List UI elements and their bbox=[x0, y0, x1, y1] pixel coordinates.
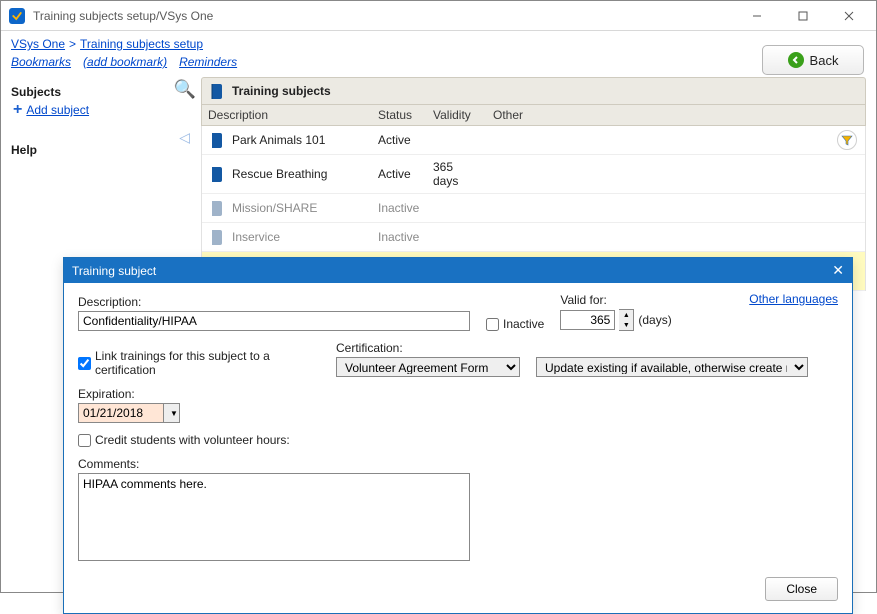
row-desc: Mission/SHARE bbox=[232, 201, 317, 215]
reminders-link[interactable]: Reminders bbox=[179, 55, 237, 69]
book-icon bbox=[208, 131, 226, 149]
breadcrumb-sep: > bbox=[69, 37, 76, 51]
plus-icon: + bbox=[13, 103, 22, 117]
window-title: Training subjects setup/VSys One bbox=[33, 9, 734, 23]
row-status: Inactive bbox=[372, 227, 427, 247]
table-row[interactable]: Rescue Breathing Active365 days bbox=[202, 155, 865, 194]
dialog-close-icon[interactable]: ✕ bbox=[832, 262, 844, 279]
col-validity[interactable]: Validity bbox=[427, 105, 487, 125]
valid-for-input[interactable] bbox=[560, 310, 615, 330]
col-description[interactable]: Description bbox=[202, 105, 372, 125]
description-input[interactable] bbox=[78, 311, 470, 331]
expiration-label: Expiration: bbox=[78, 387, 180, 401]
breadcrumb: VSys One > Training subjects setup bbox=[1, 31, 876, 55]
row-status: Active bbox=[372, 130, 427, 150]
bookmarks-link[interactable]: Bookmarks bbox=[11, 55, 71, 69]
book-icon bbox=[208, 199, 226, 217]
description-label: Description: bbox=[78, 295, 470, 309]
expiration-dropdown[interactable]: ▼ bbox=[164, 403, 180, 423]
link-cert-checkbox[interactable]: Link trainings for this subject to a cer… bbox=[78, 349, 320, 377]
link-cert-label: Link trainings for this subject to a cer… bbox=[95, 349, 320, 377]
valid-for-down[interactable]: ▼ bbox=[619, 320, 633, 330]
col-status[interactable]: Status bbox=[372, 105, 427, 125]
app-icon bbox=[9, 8, 25, 24]
row-validity bbox=[427, 137, 487, 143]
row-other bbox=[487, 234, 865, 240]
row-desc: Inservice bbox=[232, 230, 280, 244]
window-close-button[interactable] bbox=[826, 1, 872, 31]
add-subject-label: Add subject bbox=[26, 103, 89, 117]
link-bar: Bookmarks (add bookmark) Reminders bbox=[1, 55, 876, 77]
credit-hours-checkbox-input[interactable] bbox=[78, 434, 91, 447]
col-other[interactable]: Other bbox=[487, 105, 865, 125]
add-bookmark-link[interactable]: (add bookmark) bbox=[83, 55, 167, 69]
inactive-label: Inactive bbox=[503, 317, 544, 331]
window-maximize-button[interactable] bbox=[780, 1, 826, 31]
filter-icon[interactable] bbox=[837, 130, 857, 150]
valid-for-up[interactable]: ▲ bbox=[619, 310, 633, 320]
table-row[interactable]: Park Animals 101 Active bbox=[202, 126, 865, 155]
list-columns: Description Status Validity Other bbox=[201, 105, 866, 126]
table-row[interactable]: Mission/SHARE Inactive bbox=[202, 194, 865, 223]
row-other bbox=[487, 137, 865, 143]
sidebar-help-head: Help bbox=[11, 143, 191, 157]
book-icon bbox=[208, 165, 226, 183]
row-desc: Park Animals 101 bbox=[232, 133, 325, 147]
table-row[interactable]: Inservice Inactive bbox=[202, 223, 865, 252]
titlebar: Training subjects setup/VSys One bbox=[1, 1, 876, 31]
row-validity: 365 days bbox=[427, 157, 487, 191]
dialog-titlebar[interactable]: Training subject ✕ bbox=[64, 258, 852, 283]
dialog-title: Training subject bbox=[72, 264, 156, 278]
row-validity bbox=[427, 234, 487, 240]
add-subject-link[interactable]: + Add subject bbox=[13, 103, 191, 117]
search-icon[interactable]: 🔍 bbox=[174, 79, 196, 100]
certification-label: Certification: bbox=[336, 341, 520, 355]
row-desc: Rescue Breathing bbox=[232, 167, 327, 181]
row-other bbox=[487, 171, 865, 177]
valid-for-label: Valid for: bbox=[560, 293, 671, 307]
training-subject-dialog: Training subject ✕ Other languages Descr… bbox=[63, 257, 853, 614]
link-cert-checkbox-input[interactable] bbox=[78, 357, 91, 370]
inactive-checkbox[interactable]: Inactive bbox=[486, 317, 544, 331]
certification-select[interactable]: Volunteer Agreement Form bbox=[336, 357, 520, 377]
breadcrumb-page[interactable]: Training subjects setup bbox=[80, 37, 203, 51]
book-icon bbox=[208, 82, 226, 100]
inactive-checkbox-input[interactable] bbox=[486, 318, 499, 331]
expand-icon[interactable]: ▽ bbox=[177, 133, 194, 144]
breadcrumb-root[interactable]: VSys One bbox=[11, 37, 65, 51]
comments-label: Comments: bbox=[78, 457, 838, 471]
back-button-label: Back bbox=[810, 53, 839, 68]
row-validity bbox=[427, 205, 487, 211]
other-languages-link[interactable]: Other languages bbox=[749, 292, 838, 306]
credit-hours-checkbox[interactable]: Credit students with volunteer hours: bbox=[78, 433, 290, 447]
list-title: Training subjects bbox=[232, 84, 331, 98]
sidebar-subjects-head: Subjects bbox=[11, 85, 191, 99]
row-status: Active bbox=[372, 164, 427, 184]
days-label: (days) bbox=[638, 313, 671, 327]
row-status: Inactive bbox=[372, 198, 427, 218]
book-icon bbox=[208, 228, 226, 246]
expiration-input[interactable] bbox=[78, 403, 164, 423]
cert-mode-select[interactable]: Update existing if available, otherwise … bbox=[536, 357, 808, 377]
list-header: Training subjects bbox=[201, 77, 866, 105]
list-side-icons: 🔍 ▽ bbox=[171, 77, 199, 147]
window-minimize-button[interactable] bbox=[734, 1, 780, 31]
comments-textarea[interactable] bbox=[78, 473, 470, 561]
back-arrow-icon bbox=[788, 52, 804, 68]
close-button[interactable]: Close bbox=[765, 577, 838, 601]
row-other bbox=[487, 205, 865, 211]
back-button[interactable]: Back bbox=[762, 45, 864, 75]
credit-hours-label: Credit students with volunteer hours: bbox=[95, 433, 290, 447]
